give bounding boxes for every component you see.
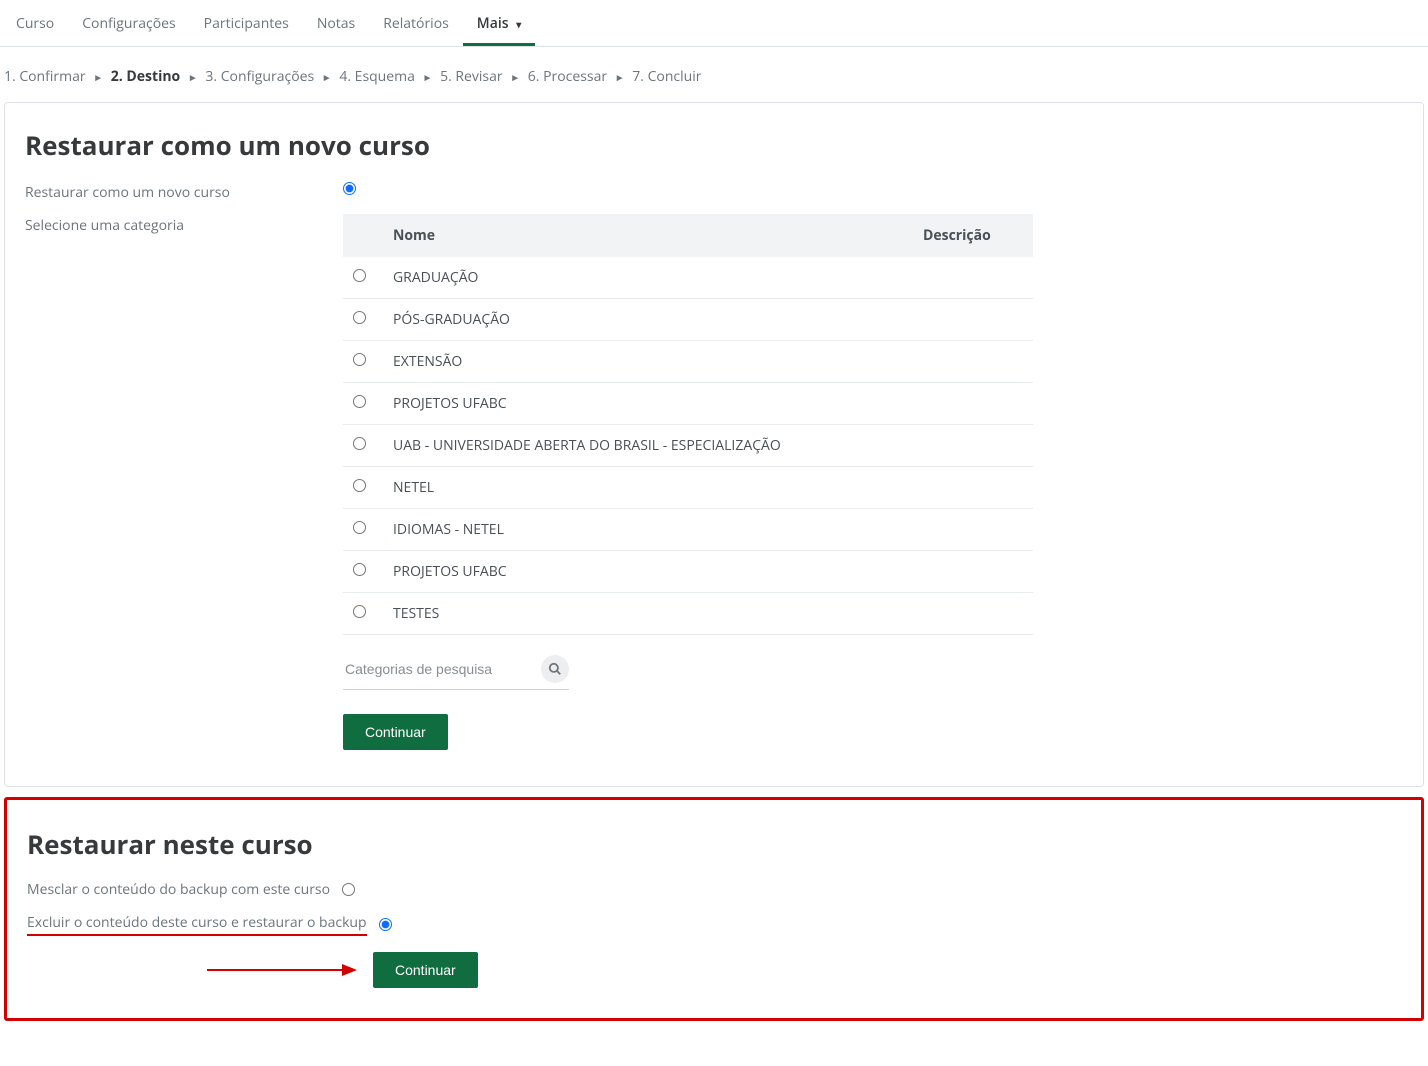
tab-notas[interactable]: Notas [303,4,369,46]
step-7: 7. Concluir [632,67,701,86]
category-search [343,655,569,690]
search-icon [548,662,562,676]
table-row: PROJETOS UFABC [343,383,1033,425]
restore-new-course-panel: Restaurar como um novo curso Restaurar c… [4,102,1424,787]
table-row: UAB - UNIVERSIDADE ABERTA DO BRASIL - ES… [343,425,1033,467]
step-4: 4. Esquema [339,67,415,86]
restore-this-course-panel: Restaurar neste curso Mesclar o conteúdo… [4,797,1424,1021]
category-radio[interactable] [353,605,366,618]
chevron-down-icon: ▾ [516,17,521,31]
tab-participantes[interactable]: Participantes [190,4,303,46]
category-desc [913,257,1033,299]
category-desc [913,383,1033,425]
tab-mais-label: Mais [477,14,509,33]
step-2-current: 2. Destino [111,67,180,86]
table-row: TESTES [343,593,1033,635]
radio-delete-restore[interactable] [379,918,392,931]
category-name: GRADUAÇÃO [383,257,913,299]
category-desc [913,299,1033,341]
category-search-button[interactable] [541,655,569,683]
panel-heading-new: Restaurar como um novo curso [25,127,1403,163]
table-row: IDIOMAS - NETEL [343,509,1033,551]
step-separator: ► [322,70,332,84]
tab-configuracoes[interactable]: Configurações [68,4,189,46]
opt-delete-label: Excluir o conteúdo deste curso e restaur… [27,913,367,936]
continue-new-button[interactable]: Continuar [343,714,448,750]
category-name: IDIOMAS - NETEL [383,509,913,551]
category-radio[interactable] [353,437,366,450]
step-3: 3. Configurações [205,67,314,86]
category-label: Selecione uma categoria [25,214,343,235]
step-1: 1. Confirmar [4,67,86,86]
col-nome: Nome [383,214,913,257]
step-5: 5. Revisar [440,67,503,86]
panel-heading-this: Restaurar neste curso [27,826,1401,862]
tab-curso[interactable]: Curso [2,4,68,46]
opt-merge-label: Mesclar o conteúdo do backup com este cu… [27,880,330,899]
step-separator: ► [423,70,433,84]
radio-new-label: Restaurar como um novo curso [25,181,343,202]
category-name: TESTES [383,593,913,635]
tab-relatorios[interactable]: Relatórios [369,4,463,46]
category-search-input[interactable] [343,657,531,681]
step-separator: ► [510,70,520,84]
restore-steps: 1. Confirmar ► 2. Destino ► 3. Configura… [0,47,1428,102]
category-radio[interactable] [353,269,366,282]
category-name: NETEL [383,467,913,509]
table-row: PÓS-GRADUAÇÃO [343,299,1033,341]
step-separator: ► [93,70,103,84]
continue-this-button[interactable]: Continuar [373,952,478,988]
category-name: PÓS-GRADUAÇÃO [383,299,913,341]
course-nav-tabs: Curso Configurações Participantes Notas … [0,4,1428,47]
category-desc [913,593,1033,635]
category-desc [913,425,1033,467]
radio-new-course[interactable] [343,182,356,195]
category-radio[interactable] [353,311,366,324]
category-name: PROJETOS UFABC [383,383,913,425]
category-radio[interactable] [353,479,366,492]
tab-mais[interactable]: Mais ▾ [463,4,535,46]
annotation-arrow-icon [207,961,357,979]
col-descricao: Descrição [913,214,1033,257]
radio-merge[interactable] [342,883,355,896]
category-name: PROJETOS UFABC [383,551,913,593]
step-separator: ► [188,70,198,84]
category-desc [913,341,1033,383]
step-separator: ► [615,70,625,84]
table-row: PROJETOS UFABC [343,551,1033,593]
category-name: UAB - UNIVERSIDADE ABERTA DO BRASIL - ES… [383,425,913,467]
category-radio[interactable] [353,521,366,534]
table-row: EXTENSÃO [343,341,1033,383]
category-radio[interactable] [353,563,366,576]
category-desc [913,551,1033,593]
category-name: EXTENSÃO [383,341,913,383]
step-6: 6. Processar [528,67,607,86]
table-row: NETEL [343,467,1033,509]
category-radio[interactable] [353,353,366,366]
table-row: GRADUAÇÃO [343,257,1033,299]
category-radio[interactable] [353,395,366,408]
category-desc [913,509,1033,551]
category-desc [913,467,1033,509]
category-table: Nome Descrição GRADUAÇÃOPÓS-GRADUAÇÃOEXT… [343,214,1033,635]
